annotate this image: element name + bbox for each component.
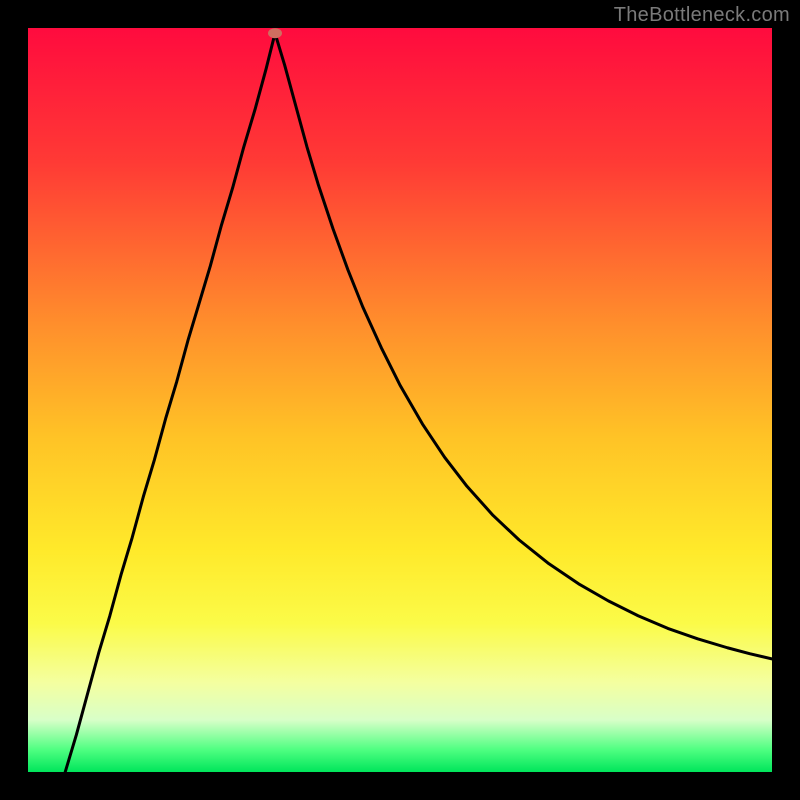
- minimum-marker: [268, 28, 282, 38]
- chart-area: [28, 28, 772, 772]
- chart-background: [28, 28, 772, 772]
- frame: TheBottleneck.com: [0, 0, 800, 800]
- watermark-text: TheBottleneck.com: [614, 4, 790, 27]
- chart-svg: [28, 28, 772, 772]
